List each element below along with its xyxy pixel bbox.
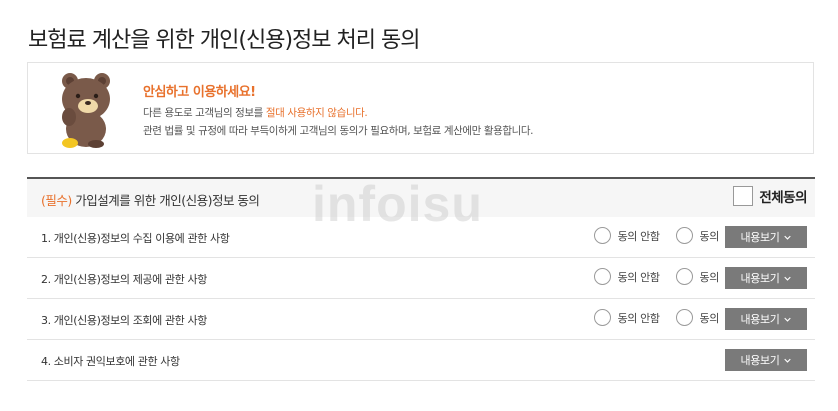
agree-label: 동의 (699, 229, 720, 243)
radio-circle[interactable] (675, 309, 693, 326)
disagree-radio[interactable]: 동의 안함 (593, 227, 660, 244)
agree-radio[interactable]: 동의 (675, 268, 720, 285)
consent-header-title: (필수) 가입설계를 위한 개인(신용)정보 동의 (41, 190, 260, 209)
view-content-button[interactable]: 내용보기 (725, 349, 807, 371)
chevron-down-icon (784, 317, 792, 322)
consent-header-text: 가입설계를 위한 개인(신용)정보 동의 (75, 193, 260, 208)
consent-options: 동의 안함 동의 (593, 227, 720, 244)
disagree-label: 동의 안함 (617, 270, 660, 284)
notice-box: 안심하고 이용하세요! 다른 용도로 고객님의 정보를 절대 사용하지 않습니다… (27, 62, 814, 154)
view-content-button[interactable]: 내용보기 (725, 226, 807, 248)
disagree-label: 동의 안함 (617, 311, 660, 325)
consent-options: 동의 안함 동의 (593, 309, 720, 326)
view-content-label: 내용보기 (740, 231, 780, 244)
view-content-label: 내용보기 (740, 354, 780, 367)
radio-circle[interactable] (593, 309, 611, 326)
notice-line-1-text: 다른 용도로 고객님의 정보를 (143, 107, 266, 119)
agree-all-label: 전체동의 (759, 190, 807, 206)
view-content-label: 내용보기 (740, 272, 780, 285)
chevron-down-icon (784, 235, 792, 240)
chevron-down-icon (784, 276, 792, 281)
notice-line-1-highlight: 절대 사용하지 않습니다. (265, 107, 368, 119)
agree-label: 동의 (699, 270, 720, 284)
radio-circle[interactable] (675, 227, 693, 244)
consent-row-label: 3. 개인(신용)정보의 조회에 관한 사항 (41, 314, 207, 327)
chevron-down-icon (784, 358, 792, 363)
notice-title: 안심하고 이용하세요! (143, 85, 256, 100)
consent-row: 4. 소비자 권익보호에 관한 사항 내용보기 (27, 340, 815, 381)
agree-all-checkbox[interactable]: 전체동의 (733, 186, 807, 206)
page-title: 보험료 계산을 위한 개인(신용)정보 처리 동의 (28, 28, 420, 53)
required-label: (필수) (41, 193, 72, 208)
agree-radio[interactable]: 동의 (675, 309, 720, 326)
radio-circle[interactable] (675, 268, 693, 285)
bear-mascot-icon (62, 73, 110, 148)
disagree-radio[interactable]: 동의 안함 (593, 268, 660, 285)
consent-row-label: 2. 개인(신용)정보의 제공에 관한 사항 (41, 273, 207, 286)
agree-label: 동의 (699, 311, 720, 325)
notice-line-1: 다른 용도로 고객님의 정보를 절대 사용하지 않습니다. (143, 105, 368, 120)
view-content-button[interactable]: 내용보기 (725, 308, 807, 330)
consent-row-label: 1. 개인(신용)정보의 수집 이용에 관한 사항 (41, 232, 230, 245)
radio-circle[interactable] (593, 268, 611, 285)
consent-row-label: 4. 소비자 권익보호에 관한 사항 (41, 355, 180, 368)
agree-radio[interactable]: 동의 (675, 227, 720, 244)
checkbox-box[interactable] (733, 186, 754, 206)
disagree-radio[interactable]: 동의 안함 (593, 309, 660, 326)
consent-header: (필수) 가입설계를 위한 개인(신용)정보 동의 infoisu 전체동의 (27, 176, 815, 232)
notice-line-2: 관련 법률 및 규정에 따라 부득이하게 고객님의 동의가 필요하며, 보험료 … (143, 125, 534, 137)
consent-row: 1. 개인(신용)정보의 수집 이용에 관한 사항 동의 안함 동의 내용보기 (27, 217, 815, 258)
consent-section: (필수) 가입설계를 위한 개인(신용)정보 동의 infoisu 전체동의 1… (27, 176, 815, 381)
consent-row: 3. 개인(신용)정보의 조회에 관한 사항 동의 안함 동의 내용보기 (27, 299, 815, 340)
consent-row: 2. 개인(신용)정보의 제공에 관한 사항 동의 안함 동의 내용보기 (27, 258, 815, 299)
view-content-button[interactable]: 내용보기 (725, 267, 807, 289)
view-content-label: 내용보기 (740, 313, 780, 326)
radio-circle[interactable] (593, 227, 611, 244)
consent-options: 동의 안함 동의 (593, 268, 720, 285)
disagree-label: 동의 안함 (617, 229, 660, 243)
